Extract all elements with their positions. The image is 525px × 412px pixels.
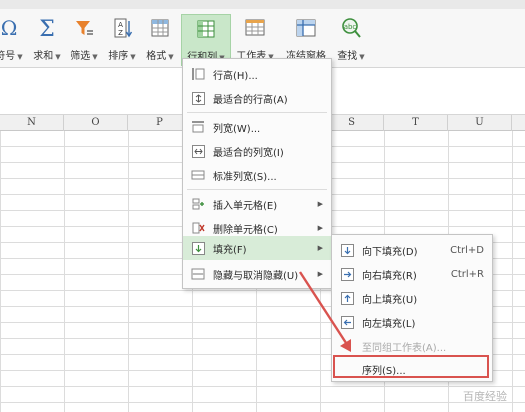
symbol-button[interactable]: Ω 符号 ▼ — [0, 14, 26, 66]
row-height-icon — [190, 66, 206, 82]
svg-text:Z: Z — [118, 29, 123, 37]
sort-az-icon: AZ — [109, 15, 135, 41]
submenu-arrow-icon: ▶ — [317, 200, 323, 208]
fill-up-icon — [339, 290, 355, 306]
best-fit-column-icon — [190, 143, 206, 159]
menu-item-best-fit-row[interactable]: 最适合的行高(A) — [183, 86, 331, 110]
fill-icon — [190, 240, 206, 256]
row-col-icon — [193, 16, 219, 42]
svg-text:Σ: Σ — [39, 17, 55, 39]
delete-cells-icon — [190, 220, 206, 236]
column-width-icon — [190, 119, 206, 135]
title-strip — [0, 0, 525, 9]
symbol-label: 符号 — [0, 51, 16, 62]
menu-separator — [187, 189, 327, 190]
submenu-arrow-icon: ▶ — [317, 224, 323, 232]
omega-icon: Ω — [0, 15, 22, 41]
fill-right-icon — [339, 266, 355, 282]
watermark: 百度经验 — [463, 390, 507, 403]
sigma-icon: Σ — [34, 15, 60, 41]
series-highlight-box — [333, 355, 489, 378]
freeze-pane-icon — [293, 15, 319, 41]
menu-item-row-height[interactable]: 行高(H)... — [183, 62, 331, 86]
column-header-u[interactable]: U — [448, 115, 512, 131]
submenu-item-fill-left[interactable]: 向左填充(L) — [332, 310, 492, 334]
svg-text:A: A — [118, 21, 123, 29]
submenu-arrow-icon: ▶ — [317, 244, 323, 252]
sum-button[interactable]: Σ 求和 ▼ — [30, 14, 64, 66]
menu-item-best-fit-column[interactable]: 最适合的列宽(I) — [183, 139, 331, 163]
fill-down-icon — [339, 242, 355, 258]
find-label: 查找 — [337, 51, 358, 62]
svg-text:Ω: Ω — [1, 17, 18, 39]
menu-item-insert-cells[interactable]: 插入单元格(E) ▶ — [183, 192, 331, 216]
menu-item-fill[interactable]: 填充(F) ▶ — [183, 236, 331, 260]
sum-label: 求和 — [33, 51, 54, 62]
column-header-n[interactable]: N — [0, 115, 64, 131]
insert-cells-icon — [190, 196, 206, 212]
column-header-t[interactable]: T — [384, 115, 448, 131]
format-grid-icon — [147, 15, 173, 41]
format-label: 格式 — [146, 51, 167, 62]
menu-item-column-width[interactable]: 列宽(W)... — [183, 115, 331, 139]
submenu-item-fill-down[interactable]: 向下填充(D) Ctrl+D — [332, 238, 492, 262]
standard-width-icon — [190, 167, 206, 183]
column-header-o[interactable]: O — [64, 115, 128, 131]
sort-button[interactable]: AZ 排序 ▼ — [104, 14, 140, 66]
row-col-menu: 行高(H)... 最适合的行高(A) 列宽(W)... 最适合的列宽(I) 标准… — [182, 58, 332, 289]
best-fit-row-icon — [190, 90, 206, 106]
fill-left-icon — [339, 314, 355, 330]
format-button[interactable]: 格式 ▼ — [142, 14, 178, 66]
svg-text:abc: abc — [344, 23, 357, 31]
submenu-item-fill-up[interactable]: 向上填充(U) — [332, 286, 492, 310]
menu-item-standard-width[interactable]: 标准列宽(S)... — [183, 163, 331, 187]
submenu-item-fill-right[interactable]: 向右填充(R) Ctrl+R — [332, 262, 492, 286]
filter-label: 筛选 — [70, 51, 91, 62]
menu-separator — [187, 112, 327, 113]
sort-label: 排序 — [108, 51, 129, 62]
filter-button[interactable]: 筛选 ▼ — [66, 14, 102, 66]
funnel-icon — [71, 15, 97, 41]
shortcut-text: Ctrl+R — [450, 268, 484, 280]
menu-item-hide-unhide[interactable]: 隐藏与取消隐藏(U) ▶ — [183, 262, 331, 286]
hide-unhide-icon — [190, 266, 206, 282]
find-button[interactable]: abc 查找 ▼ — [332, 14, 370, 66]
shortcut-text: Ctrl+D — [450, 244, 484, 256]
worksheet-icon — [242, 15, 268, 41]
find-magnifier-icon: abc — [338, 15, 364, 41]
submenu-arrow-icon: ▶ — [317, 270, 323, 278]
